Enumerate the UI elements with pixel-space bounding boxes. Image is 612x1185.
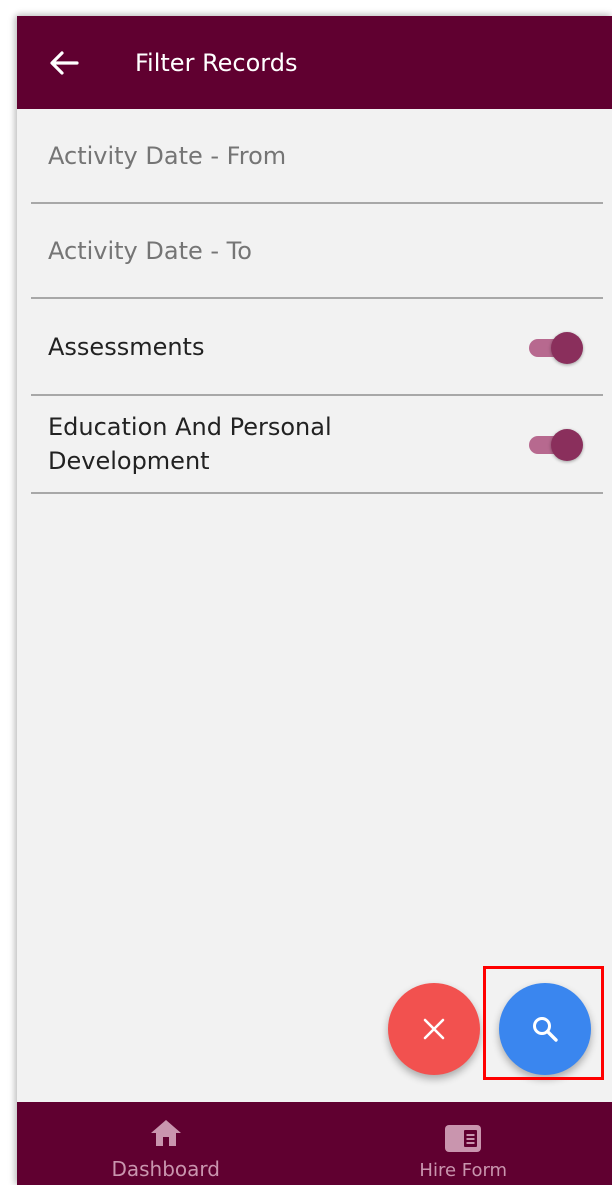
back-button[interactable]: [39, 38, 89, 88]
app-bar: Filter Records: [17, 16, 612, 109]
education-label-line1: Education And Personal: [48, 413, 332, 441]
assessments-toggle[interactable]: [525, 328, 587, 366]
assessments-row: Assessments: [31, 299, 603, 396]
nav-label-hire-form: Hire Form: [419, 1160, 508, 1181]
close-icon: [423, 1018, 445, 1040]
date-to-field[interactable]: Activity Date - To: [31, 204, 603, 299]
arrow-left-icon: [50, 50, 79, 75]
filter-form: Activity Date - From Activity Date - To …: [31, 109, 603, 494]
date-to-placeholder: Activity Date - To: [48, 236, 252, 265]
education-label-line2: Development: [48, 447, 210, 475]
assessments-label: Assessments: [48, 332, 205, 361]
home-icon: [150, 1120, 181, 1146]
nav-item-hire-form[interactable]: Hire Form: [315, 1102, 612, 1185]
bottom-navigation: Dashboard Hire Form: [17, 1102, 612, 1185]
search-button[interactable]: [499, 983, 591, 1075]
cancel-button[interactable]: [388, 983, 480, 1075]
date-from-field[interactable]: Activity Date - From: [31, 109, 603, 204]
date-from-placeholder: Activity Date - From: [48, 141, 287, 170]
nav-item-dashboard[interactable]: Dashboard: [17, 1102, 315, 1185]
education-label: Education And Personal Development: [48, 410, 332, 478]
education-toggle[interactable]: [525, 425, 587, 463]
nav-label-dashboard: Dashboard: [111, 1157, 220, 1181]
form-icon: [445, 1125, 482, 1152]
app-screen: Filter Records Activity Date - From Acti…: [17, 16, 612, 1185]
toggle-thumb: [551, 429, 583, 461]
page-title: Filter Records: [135, 48, 298, 77]
education-row: Education And Personal Development: [31, 396, 603, 494]
search-icon: [533, 1017, 558, 1042]
toggle-thumb: [551, 331, 583, 364]
